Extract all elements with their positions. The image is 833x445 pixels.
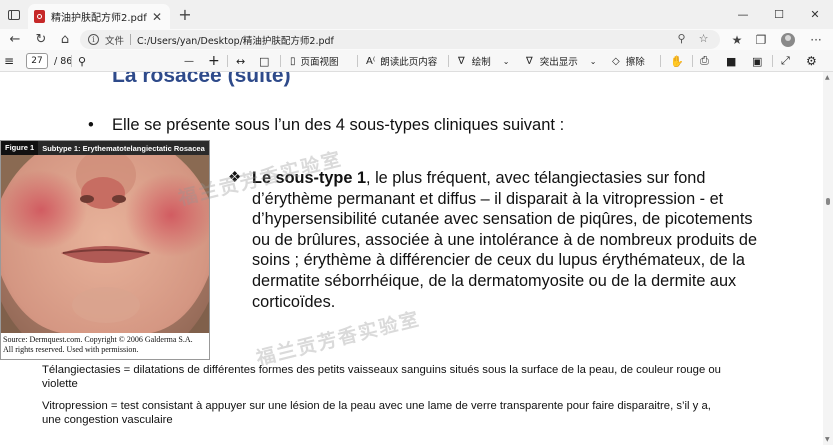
url-field[interactable]: i 文件 C:/Users/yan/Desktop/精油护肤配方师2.pdf ⚲… [80,30,720,49]
footnote-line: Vitropression = test consistant à appuye… [42,400,711,412]
description-line: ou de brûlures, associée à une intoléran… [252,230,758,249]
tab-close-button[interactable]: ✕ [150,10,164,24]
draw-label: 绘制 [471,57,491,68]
settings-gear-icon[interactable]: ⚙ [806,50,817,72]
intro-bullet-text: Elle se présente sous l’un des 4 sous-ty… [112,116,565,134]
toolbar-separator [660,55,661,67]
pdf-toolbar: ≡ 27 / 86 ⚲ — + ↔ □ ▯ 页面视图 A⁽ 朗读此页内容 ∇ 绘… [0,50,833,72]
rosacea-face-photo [1,155,209,333]
toolbar-separator [692,55,693,67]
pdf-file-icon [34,10,45,23]
chevron-down-icon[interactable]: ⌄ [503,57,510,66]
window-controls: — ☐ ✕ [725,0,833,29]
figure-caption-bar: Figure 1 Subtype 1: Erythematotelangiect… [1,141,209,155]
maximize-button[interactable]: ☐ [761,0,797,29]
tab-actions-icon[interactable] [0,0,28,29]
scroll-up-arrow-icon[interactable]: ▲ [825,74,830,81]
description-line: d’hypersensibilité cutanée avec sensatio… [252,210,753,229]
touch-icon[interactable]: ✋ [670,50,684,72]
site-info-icon[interactable]: i [88,34,99,45]
rotate-icon[interactable]: □ [259,50,269,72]
read-aloud-label: 朗读此页内容 [380,57,438,68]
description-line: dermatite séborrhéique, de la dermatomyo… [252,271,737,290]
watermark-text: 福兰贡芳香实验室 [254,307,423,370]
figure-credit-line: All rights reserved. Used with permissio… [3,345,139,354]
page-view-icon: ▯ [290,55,296,67]
highlight-icon: ∇ [526,55,533,67]
diamond-bullet-icon: ❖ [228,169,242,186]
refresh-button[interactable]: ↻ [28,29,54,50]
bullet-dot: • [88,116,94,134]
file-scheme-label: 文件 [105,35,125,47]
description-line: soins ; érythème à différencier de ceux … [252,251,745,270]
toolbar-separator [772,55,773,67]
fullscreen-icon[interactable]: ⤢ [781,50,790,72]
toolbar-separator [357,55,358,67]
toolbar-separator [280,55,281,67]
toolbar-separator [71,55,72,67]
toolbar-separator [227,55,228,67]
footnote-line: Télangiectasies = dilatations de différe… [42,364,721,376]
toolbar-separator [448,55,449,67]
pdf-document-page[interactable]: La rosacée (suite) • Elle se présente so… [0,72,823,445]
eraser-icon: ◇ [612,55,620,67]
zoom-out-button[interactable]: — [184,50,194,72]
avatar [781,32,795,47]
save-icon[interactable]: ■ [726,50,736,72]
address-bar: ← ↻ ⌂ i 文件 C:/Users/yan/Desktop/精油护肤配方师2… [0,29,833,50]
minimize-button[interactable]: — [725,0,761,29]
figure-title: Subtype 1: Erythematotelangiectatic Rosa… [42,143,205,153]
tab-pdf[interactable]: 精油护肤配方师2.pdf ✕ [28,4,170,29]
figure-credit: Source: Dermquest.com. Copyright © 2006 … [3,335,193,355]
collections-icon[interactable]: ❐ [750,29,772,50]
figure-credit-line: Source: Dermquest.com. Copyright © 2006 … [3,335,193,344]
url-text[interactable]: C:/Users/yan/Desktop/精油护肤配方师2.pdf [137,33,334,47]
more-menu-button[interactable]: ··· [805,29,827,50]
page-indicator: 27 / 86 [26,50,72,72]
fit-page-icon[interactable]: ↔ [236,50,245,72]
page-number-input[interactable]: 27 [26,53,48,69]
favorites-bar-icon[interactable]: ★ [726,29,748,50]
draw-button[interactable]: ∇ 绘制 ⌄ [458,50,509,72]
total-pages: / 86 [54,55,73,67]
tab-bar: 精油护肤配方师2.pdf ✕ + — ☐ ✕ [0,0,833,29]
slide-title: La rosacée (suite) [112,72,291,87]
read-aloud-button[interactable]: A⁽ 朗读此页内容 [366,50,437,72]
zoom-in-button[interactable]: + [208,50,220,72]
search-icon[interactable]: ⚲ [78,50,86,72]
chevron-down-icon[interactable]: ⌄ [590,57,597,66]
erase-button[interactable]: ◇ 擦除 [612,50,645,72]
print-icon[interactable]: ⎙ [700,50,709,72]
footnote-line: une congestion vasculaire [42,414,173,426]
highlight-button[interactable]: ∇ 突出显示 ⌄ [526,50,596,72]
favorite-icon[interactable]: ☆ [696,32,711,47]
rosacea-figure: Figure 1 Subtype 1: Erythematotelangiect… [0,140,210,360]
back-button[interactable]: ← [2,29,28,50]
tab-title: 精油护肤配方师2.pdf [51,13,147,24]
footnote-line: violette [42,378,78,390]
draw-icon: ∇ [458,55,465,67]
vertical-scrollbar[interactable]: ▲ ▼ [823,72,833,445]
new-tab-button[interactable]: + [174,4,196,26]
highlight-label: 突出显示 [539,57,578,68]
page-view-button[interactable]: ▯ 页面视图 [290,50,339,72]
contents-icon[interactable]: ≡ [4,50,14,72]
home-button[interactable]: ⌂ [52,29,78,50]
scroll-down-arrow-icon[interactable]: ▼ [825,436,830,443]
figure-label: Figure 1 [1,141,39,155]
description-line: d’érythème permanant et diffus – il disp… [252,189,724,208]
save-as-icon[interactable]: ▣ [752,50,762,72]
profile-button[interactable] [777,29,799,50]
url-separator [130,34,132,45]
description-line: Le sous-type 1, le plus fréquent, avec t… [252,168,757,189]
close-window-button[interactable]: ✕ [797,0,833,29]
scrollbar-thumb[interactable] [826,198,830,205]
description-line: corticoïdes. [252,292,336,311]
zoom-icon[interactable]: ⚲ [674,32,689,47]
erase-label: 擦除 [625,57,645,68]
subtype-heading: Le sous-type 1 [252,169,367,187]
read-aloud-icon: A⁽ [366,55,376,67]
page-view-label: 页面视图 [300,57,339,68]
description-text: , le plus fréquent, avec télangiectasies… [366,169,706,187]
